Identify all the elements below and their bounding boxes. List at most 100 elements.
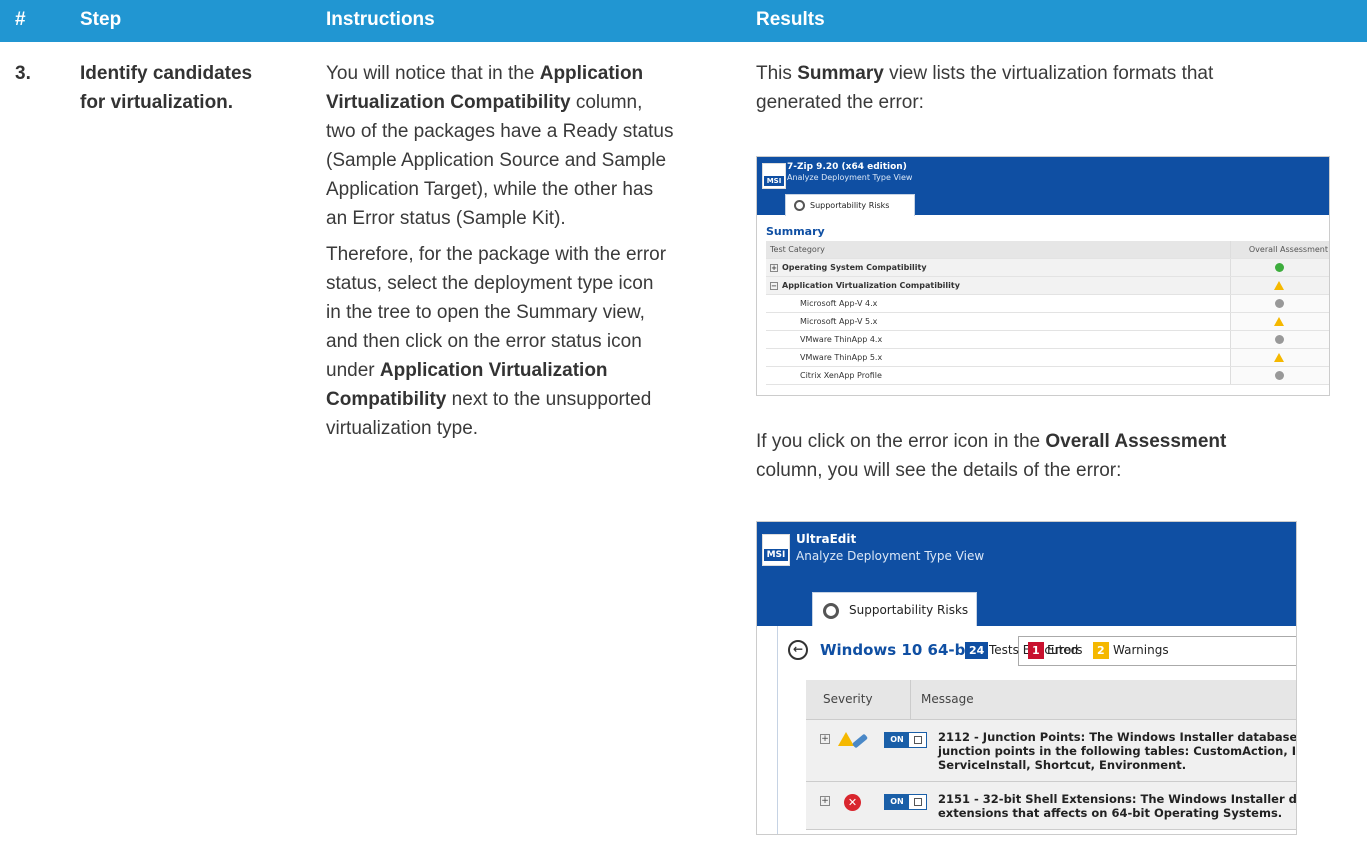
title-bar: MSI UltraEdit Analyze Deployment Type Vi…: [757, 522, 1296, 627]
text-run: status, select the deployment type icon: [326, 273, 654, 294]
expand-icon[interactable]: +: [820, 734, 830, 744]
text-line: an Error status (Sample Kit).: [326, 204, 736, 233]
text-run: generated the error:: [756, 92, 924, 113]
text-line: status, select the deployment type icon: [326, 269, 736, 298]
text-line: generated the error:: [756, 88, 1356, 117]
message-line: extensions that affects on 64-bit Operat…: [938, 806, 1283, 820]
step-title-line: Identify candidates: [80, 63, 253, 84]
message-row[interactable]: + ON 2112 - Junction Points: The Windows I…: [806, 720, 1296, 782]
back-arrow-icon[interactable]: ←: [788, 640, 808, 660]
title-bar: MSI 7-Zip 9.20 (x64 edition) Analyze Dep…: [757, 157, 1329, 216]
message-line: 2151 - 32-bit Shell Extensions: The Wind…: [938, 792, 1297, 806]
package-title: 7-Zip 9.20 (x64 edition): [787, 162, 907, 172]
text-run: If you click on the error icon in the: [756, 431, 1046, 452]
text-run: an Error status (Sample Kit).: [326, 208, 566, 229]
tab-supportability-risks[interactable]: Supportability Risks: [785, 194, 915, 216]
assessment-row[interactable]: Microsoft App-V 4.x: [766, 295, 1329, 313]
text-line: Virtualization Compatibility column,: [326, 88, 736, 117]
assessment-row[interactable]: VMware ThinApp 4.x: [766, 331, 1329, 349]
expand-icon[interactable]: +: [820, 796, 830, 806]
gear-icon: [823, 603, 839, 619]
text-line: (Sample Application Source and Sample: [326, 146, 736, 175]
on-toggle[interactable]: ON: [884, 732, 927, 748]
details-panel: ← Windows 10 64-bit 24 Tests Executed 1 …: [777, 626, 1297, 834]
header-step: Step: [80, 9, 122, 30]
assessment-cell: [1230, 367, 1329, 384]
column-overall-assessment: Overall Assessment: [1230, 241, 1329, 258]
msi-label: MSI: [764, 549, 788, 561]
summary-view-screenshot: MSI 7-Zip 9.20 (x64 edition) Analyze Dep…: [756, 156, 1330, 396]
errors-label: Errors: [1047, 643, 1083, 657]
results-paragraph-2: If you click on the error icon in the Ov…: [756, 427, 1356, 485]
message-text: 2112 - Junction Points: The Windows Inst…: [938, 730, 1296, 772]
text-line: in the tree to open the Summary view,: [326, 298, 736, 327]
table-header: # Step Instructions Results: [0, 0, 1367, 42]
os-heading: Windows 10 64-bit: [820, 641, 978, 659]
message-text: 2151 - 32-bit Shell Extensions: The Wind…: [938, 792, 1297, 820]
view-subtitle: Analyze Deployment Type View: [787, 173, 913, 182]
bold-term: Compatibility: [326, 389, 447, 410]
header-number: #: [15, 9, 26, 30]
collapse-icon[interactable]: −: [770, 282, 778, 290]
on-toggle[interactable]: ON: [884, 794, 927, 810]
text-run: view lists the virtualization formats th…: [883, 63, 1214, 84]
check-icon[interactable]: [1275, 263, 1284, 272]
column-label: Overall Assessment: [1248, 245, 1328, 254]
tab-supportability-risks[interactable]: Supportability Risks: [812, 592, 977, 627]
text-run: virtualization type.: [326, 418, 479, 439]
step-title-line: for virtualization.: [80, 92, 234, 113]
warnings-count-badge[interactable]: 2: [1093, 642, 1109, 659]
text-run: (Sample Application Source and Sample: [326, 150, 667, 171]
assessment-cell: [1230, 349, 1329, 366]
msi-file-icon: MSI: [762, 163, 786, 189]
assessment-row[interactable]: − Application Virtualization Compatibilit…: [766, 277, 1329, 295]
message-line: ServiceInstall, Shortcut, Environment.: [938, 758, 1187, 772]
toggle-switch-icon: [914, 798, 922, 806]
assessment-row[interactable]: VMware ThinApp 5.x: [766, 349, 1329, 367]
text-run: Application Target), while the other has: [326, 179, 654, 200]
assessment-cell: [1230, 259, 1329, 276]
text-run: two of the packages have a Ready status: [326, 121, 674, 142]
toggle-label: ON: [885, 733, 909, 747]
view-subtitle: Analyze Deployment Type View: [796, 549, 985, 563]
gear-icon: [794, 200, 805, 211]
errors-count-badge[interactable]: 1: [1028, 642, 1044, 659]
expand-icon[interactable]: +: [770, 264, 778, 272]
text-line: This Summary view lists the virtualizati…: [756, 59, 1356, 88]
message-row[interactable]: + ✕ ON 2151 - 32-bit Shell Extensions: The …: [806, 782, 1297, 830]
msi-label: MSI: [764, 176, 784, 186]
column-message: Message: [910, 680, 974, 719]
assessment-row[interactable]: + Operating System Compatibility: [766, 259, 1329, 277]
row-label: Operating System Compatibility: [782, 263, 927, 272]
toggle-label: ON: [885, 795, 909, 809]
step-number: 3.: [15, 63, 31, 84]
row-label: Microsoft App-V 4.x: [800, 299, 878, 308]
header-instructions: Instructions: [326, 9, 435, 30]
not-applicable-icon[interactable]: [1275, 335, 1284, 344]
not-applicable-icon[interactable]: [1275, 299, 1284, 308]
text-run: in the tree to open the Summary view,: [326, 302, 645, 323]
assessment-row[interactable]: Citrix XenApp Profile: [766, 367, 1329, 385]
text-run: column, you will see the details of the …: [756, 460, 1122, 481]
warning-icon[interactable]: [1274, 353, 1284, 362]
msi-file-icon: MSI: [762, 534, 790, 566]
column-severity: Severity: [823, 692, 873, 706]
assessment-cell: [1230, 295, 1329, 312]
text-run: next to the unsupported: [446, 389, 652, 410]
not-applicable-icon[interactable]: [1275, 371, 1284, 380]
warning-icon[interactable]: [1274, 281, 1284, 290]
row-label: Application Virtualization Compatibility: [782, 281, 960, 290]
tab-label: Supportability Risks: [810, 201, 890, 210]
bold-term: Application: [539, 63, 644, 84]
text-line: virtualization type.: [326, 414, 736, 443]
warning-icon[interactable]: [1274, 317, 1284, 326]
text-line: You will notice that in the Application: [326, 59, 736, 88]
text-run: You will notice that in the: [326, 63, 540, 84]
text-run: Therefore, for the package with the erro…: [326, 244, 667, 265]
bold-term: Summary: [797, 63, 884, 84]
text-line: If you click on the error icon in the Ov…: [756, 427, 1356, 456]
assessment-row[interactable]: Microsoft App-V 5.x: [766, 313, 1329, 331]
text-run: and then click on the error status icon: [326, 331, 642, 352]
text-run: under: [326, 360, 380, 381]
tests-count-badge: 24: [965, 642, 989, 659]
